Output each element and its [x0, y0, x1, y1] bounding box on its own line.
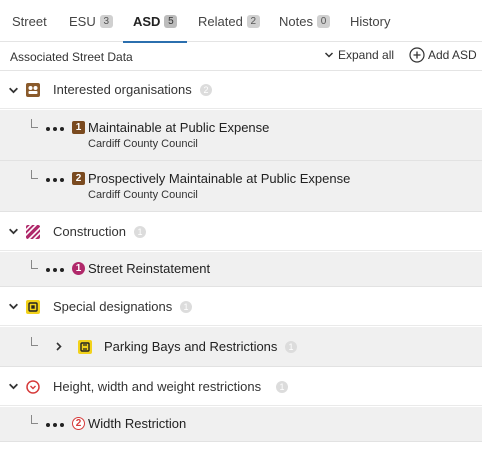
item-label: Width Restriction — [88, 416, 187, 431]
item-label: Prospectively Maintainable at Public Exp… — [88, 171, 351, 186]
tab-label: Notes — [279, 13, 313, 29]
group-interested-organisations[interactable]: Interested organisations 2 — [0, 72, 482, 109]
chevron-down-icon[interactable] — [8, 301, 19, 312]
asd-item[interactable]: 2 Width Restriction — [0, 407, 482, 442]
count-badge: 5 — [164, 14, 178, 28]
record-marker: 1 — [72, 262, 85, 275]
item-sublabel: Cardiff County Council — [88, 138, 198, 150]
group-height-width-weight-restrictions[interactable]: Height, width and weight restrictions 1 — [0, 368, 482, 406]
tab-label: ASD — [133, 13, 161, 29]
special-designation-icon — [26, 300, 40, 314]
group-label: Construction — [53, 224, 126, 239]
count-badge: 2 — [200, 84, 212, 96]
chevron-down-icon — [324, 52, 334, 58]
count-badge: 0 — [316, 14, 330, 28]
parking-bay-icon — [78, 340, 92, 354]
tab-label: Street — [12, 13, 47, 29]
tree-connector — [31, 119, 38, 128]
chevron-right-icon[interactable] — [54, 341, 64, 352]
tab-label: ESU — [69, 13, 96, 29]
more-options-icon[interactable] — [46, 423, 64, 427]
group-special-designations[interactable]: Special designations 1 — [0, 288, 482, 326]
count-badge: 1 — [180, 301, 192, 313]
record-marker: 1 — [72, 121, 85, 134]
tree-connector — [31, 337, 38, 346]
item-sublabel: Cardiff County Council — [88, 189, 198, 201]
chevron-down-icon[interactable] — [8, 381, 19, 392]
item-label: Street Reinstatement — [88, 261, 211, 276]
asd-item[interactable]: 2 Prospectively Maintainable at Public E… — [0, 161, 482, 212]
tab-asd[interactable]: ASD 5 — [123, 0, 188, 43]
more-options-icon[interactable] — [46, 127, 64, 131]
tree-connector — [31, 260, 38, 269]
count-badge: 3 — [99, 14, 113, 28]
construction-icon — [26, 225, 40, 239]
tree-connector — [31, 170, 38, 179]
count-badge: 1 — [134, 226, 146, 238]
add-asd-button[interactable]: Add ASD — [409, 47, 477, 63]
count-badge: 1 — [285, 341, 297, 353]
more-options-icon[interactable] — [46, 178, 64, 182]
count-badge: 2 — [246, 14, 260, 28]
tab-esu[interactable]: ESU 3 — [69, 0, 113, 42]
tab-history[interactable]: History — [350, 0, 390, 42]
more-options-icon[interactable] — [46, 268, 64, 272]
restriction-icon — [26, 380, 40, 394]
expand-all-label: Expand all — [338, 48, 395, 62]
record-marker: 2 — [72, 172, 85, 185]
tab-related[interactable]: Related 2 — [198, 0, 260, 42]
organisation-icon — [26, 83, 40, 97]
group-construction[interactable]: Construction 1 — [0, 213, 482, 251]
asd-item[interactable]: 1 Maintainable at Public Expense Cardiff… — [0, 110, 482, 161]
asd-item[interactable]: Parking Bays and Restrictions 1 — [0, 327, 482, 367]
add-circle-icon — [409, 47, 425, 63]
tab-notes[interactable]: Notes 0 — [279, 0, 330, 42]
item-label: Parking Bays and Restrictions — [104, 339, 278, 354]
expand-all-button[interactable]: Expand all — [324, 48, 394, 62]
group-label: Interested organisations — [53, 82, 192, 97]
tab-label: Related — [198, 13, 243, 29]
count-badge: 1 — [276, 381, 288, 393]
tab-bar: Street ESU 3 ASD 5 Related 2 Notes 0 His… — [0, 0, 482, 43]
chevron-down-icon[interactable] — [8, 226, 19, 237]
tab-street[interactable]: Street — [12, 0, 47, 42]
tree-connector — [31, 415, 38, 424]
group-label: Height, width and weight restrictions — [53, 379, 262, 394]
group-label: Special designations — [53, 299, 173, 314]
section-title: Associated Street Data — [10, 50, 133, 64]
record-marker: 2 — [72, 417, 85, 430]
add-asd-label: Add ASD — [428, 48, 477, 62]
asd-toolbar: Associated Street Data Expand all Add AS… — [0, 43, 482, 71]
asd-item[interactable]: 1 Street Reinstatement — [0, 252, 482, 287]
tab-label: History — [350, 13, 391, 29]
chevron-down-icon[interactable] — [8, 85, 19, 96]
item-label: Maintainable at Public Expense — [88, 120, 270, 135]
